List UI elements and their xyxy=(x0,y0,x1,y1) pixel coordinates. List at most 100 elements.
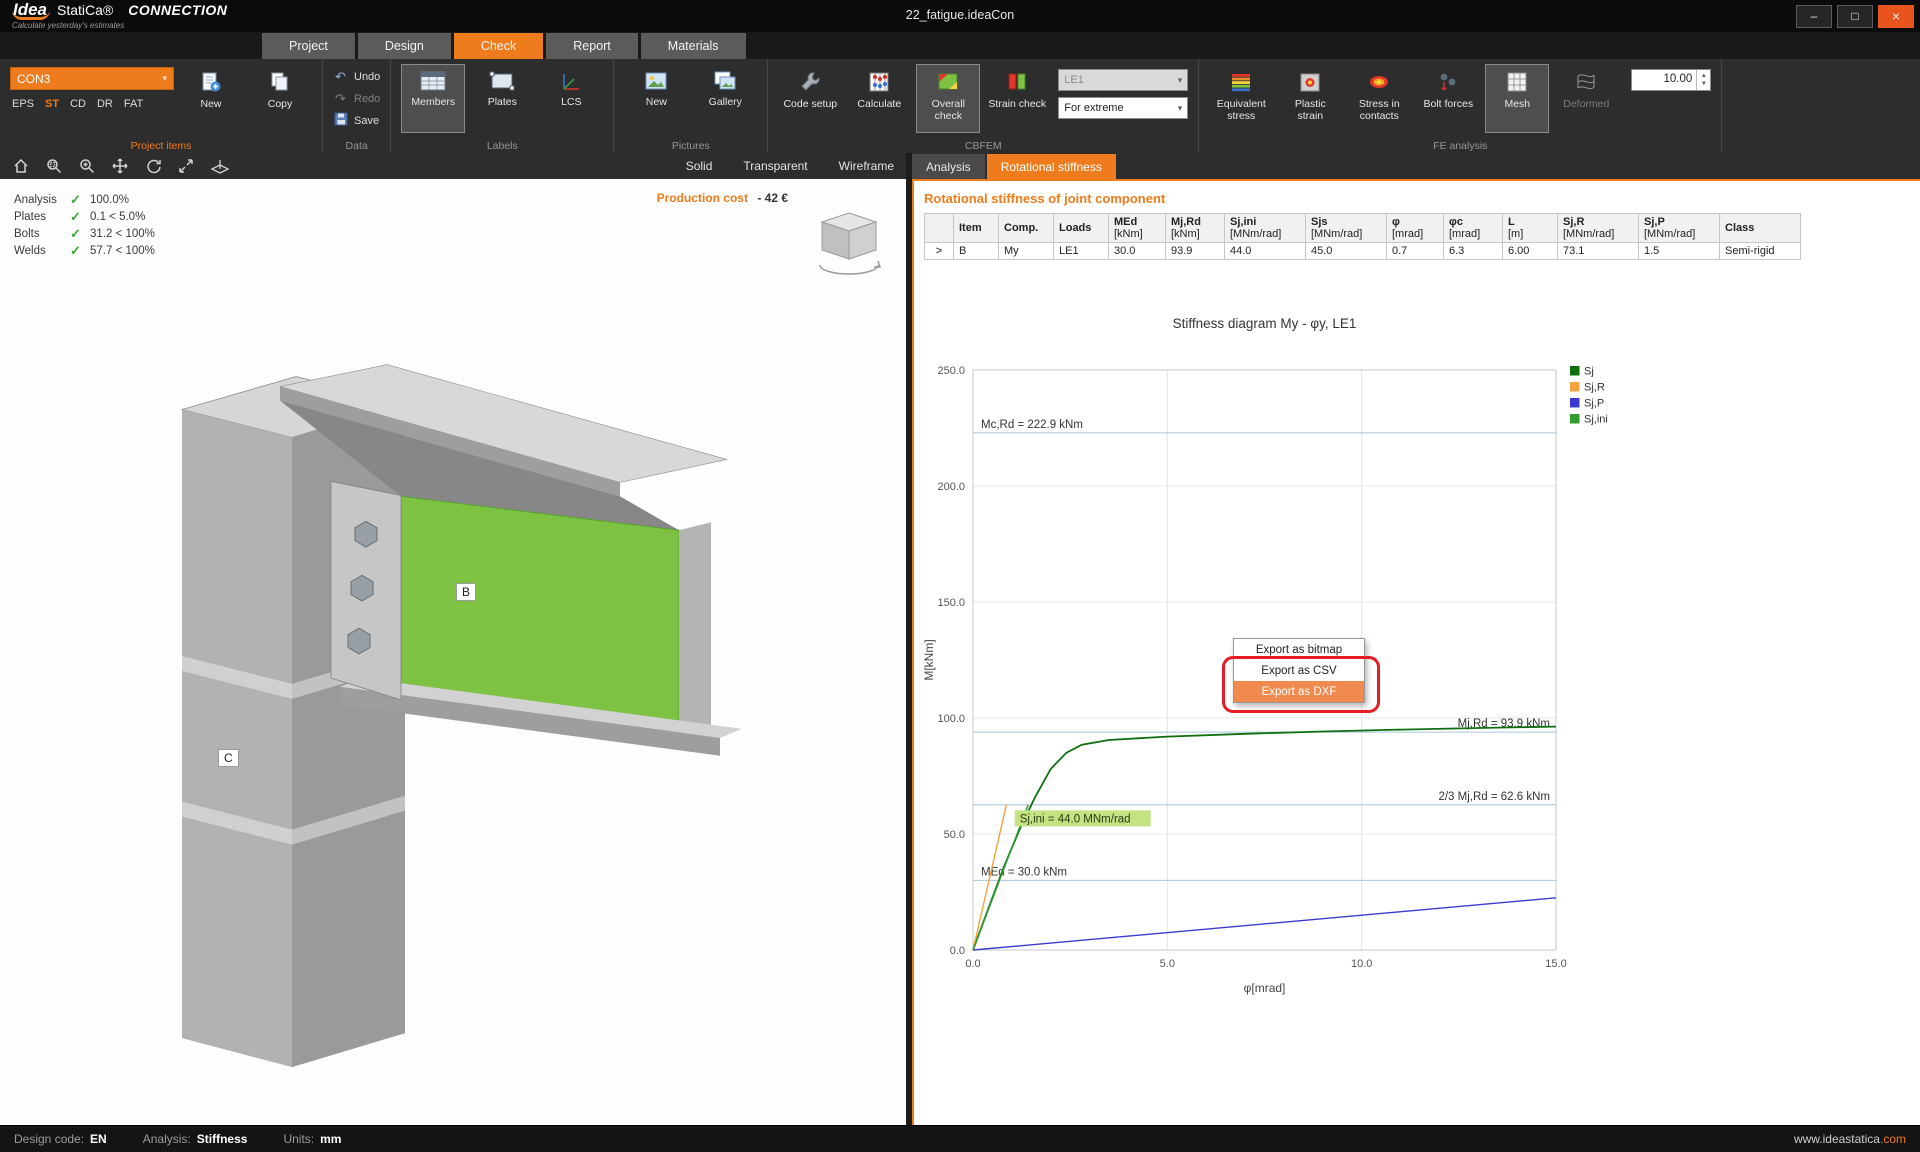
mesh-icon xyxy=(1505,70,1529,94)
bolt-forces-icon xyxy=(1436,70,1460,94)
column-header[interactable]: φc [mrad] xyxy=(1443,213,1503,243)
tab-project[interactable]: Project xyxy=(262,33,355,59)
mode-eps[interactable]: EPS xyxy=(12,98,34,110)
deformed-scale-value: 10.00 xyxy=(1663,73,1693,85)
stress-in-contacts-button[interactable]: Stress in contacts xyxy=(1347,64,1411,133)
logo-app-name: CONNECTION xyxy=(128,2,228,18)
pan-icon[interactable] xyxy=(111,157,129,175)
menu-item-export-as-bitmap[interactable]: Export as bitmap xyxy=(1234,639,1364,660)
overall-check-icon xyxy=(936,70,960,94)
mode-fat[interactable]: FAT xyxy=(124,98,143,110)
deformed-button[interactable]: Deformed xyxy=(1554,64,1618,133)
menu-item-export-as-dxf[interactable]: Export as DXF xyxy=(1234,681,1364,702)
production-cost-label: Production cost xyxy=(656,191,748,205)
redo-button[interactable]: ↷ Redo xyxy=(333,90,380,107)
3d-viewport[interactable]: Analysis ✓ 100.0% Plates ✓ 0.1 < 5.0% Bolts ✓ 31… xyxy=(0,179,906,1125)
app-logo: Idea StatiCa® CONNECTION Calculate yeste… xyxy=(0,1,228,30)
new-picture-button[interactable]: New xyxy=(624,64,688,133)
viewport-checks: Analysis ✓ 100.0% Plates ✓ 0.1 < 5.0% Bolts ✓ 31… xyxy=(14,191,155,259)
tab-analysis[interactable]: Analysis xyxy=(912,154,985,179)
new-item-button[interactable]: New xyxy=(179,64,243,133)
tab-check[interactable]: Check xyxy=(453,33,544,59)
view-mode-solid[interactable]: Solid xyxy=(686,159,713,173)
row-expander[interactable]: > xyxy=(924,242,954,260)
plastic-strain-button[interactable]: Plastic strain xyxy=(1278,64,1342,133)
home-icon[interactable] xyxy=(12,157,30,175)
column-header[interactable]: Sj,ini [MNm/rad] xyxy=(1224,213,1306,243)
mode-dr[interactable]: DR xyxy=(97,98,113,110)
mode-st[interactable]: ST xyxy=(45,98,59,110)
column-header[interactable]: Comp. xyxy=(998,213,1054,243)
code-setup-button[interactable]: Code setup xyxy=(778,64,842,133)
bolt-forces-button[interactable]: Bolt forces xyxy=(1416,64,1480,133)
ribbon-group-labels: Members Plates LCS Labels xyxy=(391,59,615,153)
zoom-window-icon[interactable] xyxy=(45,157,63,175)
navigation-cube[interactable] xyxy=(806,203,892,287)
zoom-extents-icon[interactable] xyxy=(177,157,195,175)
copy-item-button[interactable]: Copy xyxy=(248,64,312,133)
legend-swatch xyxy=(1570,366,1580,376)
calculate-button[interactable]: Calculate xyxy=(847,64,911,133)
save-button[interactable]: Save xyxy=(333,112,380,129)
tab-design[interactable]: Design xyxy=(357,33,451,59)
deformed-scale-spinner[interactable]: 10.00 ▲ ▼ xyxy=(1631,69,1712,91)
check-row: Bolts ✓ 31.2 < 100% xyxy=(14,225,155,241)
clipping-icon[interactable] xyxy=(210,157,230,175)
view-mode-transparent[interactable]: Transparent xyxy=(743,159,807,173)
menu-item-export-as-csv[interactable]: Export as CSV xyxy=(1234,660,1364,681)
deformed-icon xyxy=(1574,70,1598,94)
column-header[interactable] xyxy=(924,213,954,243)
column-header[interactable]: φ [mrad] xyxy=(1386,213,1444,243)
strain-check-button[interactable]: Strain check xyxy=(985,64,1049,133)
tab-report[interactable]: Report xyxy=(546,33,638,59)
column-header[interactable]: Loads xyxy=(1053,213,1109,243)
view-mode-wireframe[interactable]: Wireframe xyxy=(839,159,894,173)
members-toggle-button[interactable]: Members xyxy=(401,64,466,133)
plates-label: Plates xyxy=(487,96,517,108)
equivalent-stress-button[interactable]: Equivalent stress xyxy=(1209,64,1273,133)
table-cell: 0.7 xyxy=(1386,242,1444,260)
close-button[interactable]: × xyxy=(1878,4,1914,28)
tab-rotational-stiffness[interactable]: Rotational stiffness xyxy=(986,154,1116,179)
rotate-view-icon[interactable] xyxy=(144,157,162,175)
svg-text:Stiffness diagram My - φy, LE1: Stiffness diagram My - φy, LE1 xyxy=(1173,316,1357,331)
load-case-select[interactable]: LE1 ▾ xyxy=(1058,69,1189,91)
status-bar: Design code: EN Analysis: Stiffness Unit… xyxy=(0,1125,1920,1152)
spinner-arrows[interactable]: ▲ ▼ xyxy=(1696,70,1710,90)
plates-toggle-button[interactable]: Plates xyxy=(470,64,534,133)
minimize-button[interactable]: – xyxy=(1796,4,1832,28)
column-header[interactable]: MEd [kNm] xyxy=(1108,213,1166,243)
save-icon xyxy=(333,112,348,129)
undo-button[interactable]: ↶ Undo xyxy=(333,68,380,85)
zoom-icon[interactable] xyxy=(78,157,96,175)
connection-select[interactable]: CON3 ▾ xyxy=(10,67,174,90)
table-row[interactable]: > B My LE1 30.0 93.9 44.0 45.0 0.7 6.3 6.00 73.1 1.5… xyxy=(924,242,1801,260)
maximize-button[interactable]: □ xyxy=(1837,4,1873,28)
logo-tagline: Calculate yesterday's estimates xyxy=(12,21,125,30)
column-header[interactable]: Sj,P [MNm/rad] xyxy=(1638,213,1720,243)
overall-check-button[interactable]: Overall check xyxy=(916,64,981,133)
mode-cd[interactable]: CD xyxy=(70,98,86,110)
column-header[interactable]: Item xyxy=(953,213,999,243)
column-header[interactable]: L [m] xyxy=(1502,213,1558,243)
column-header[interactable]: Sjs [MNm/rad] xyxy=(1305,213,1387,243)
svg-text:200.0: 200.0 xyxy=(937,481,965,493)
website-link[interactable]: www.ideastatica.com xyxy=(1794,1132,1906,1146)
production-cost-value: - 42 € xyxy=(757,191,788,205)
gallery-button[interactable]: Gallery xyxy=(693,64,757,133)
column-header[interactable]: Sj,R [MNm/rad] xyxy=(1557,213,1639,243)
svg-text:Sj,R: Sj,R xyxy=(1584,382,1605,394)
column-header[interactable]: Class xyxy=(1719,213,1801,243)
extreme-select[interactable]: For extreme ▾ xyxy=(1058,97,1189,119)
table-cell: 44.0 xyxy=(1224,242,1306,260)
table-cell: My xyxy=(998,242,1054,260)
tab-materials[interactable]: Materials xyxy=(640,33,746,59)
svg-text:5.0: 5.0 xyxy=(1160,958,1175,970)
column-header[interactable]: Mj,Rd [kNm] xyxy=(1165,213,1225,243)
viewport-toolbar: Solid Transparent Wireframe xyxy=(0,153,906,179)
mesh-toggle-button[interactable]: Mesh xyxy=(1485,64,1550,133)
plates-icon xyxy=(489,70,515,92)
legend-swatch xyxy=(1570,382,1580,392)
group-label-fe-analysis: FE analysis xyxy=(1433,140,1488,152)
lcs-toggle-button[interactable]: LCS xyxy=(539,64,603,133)
